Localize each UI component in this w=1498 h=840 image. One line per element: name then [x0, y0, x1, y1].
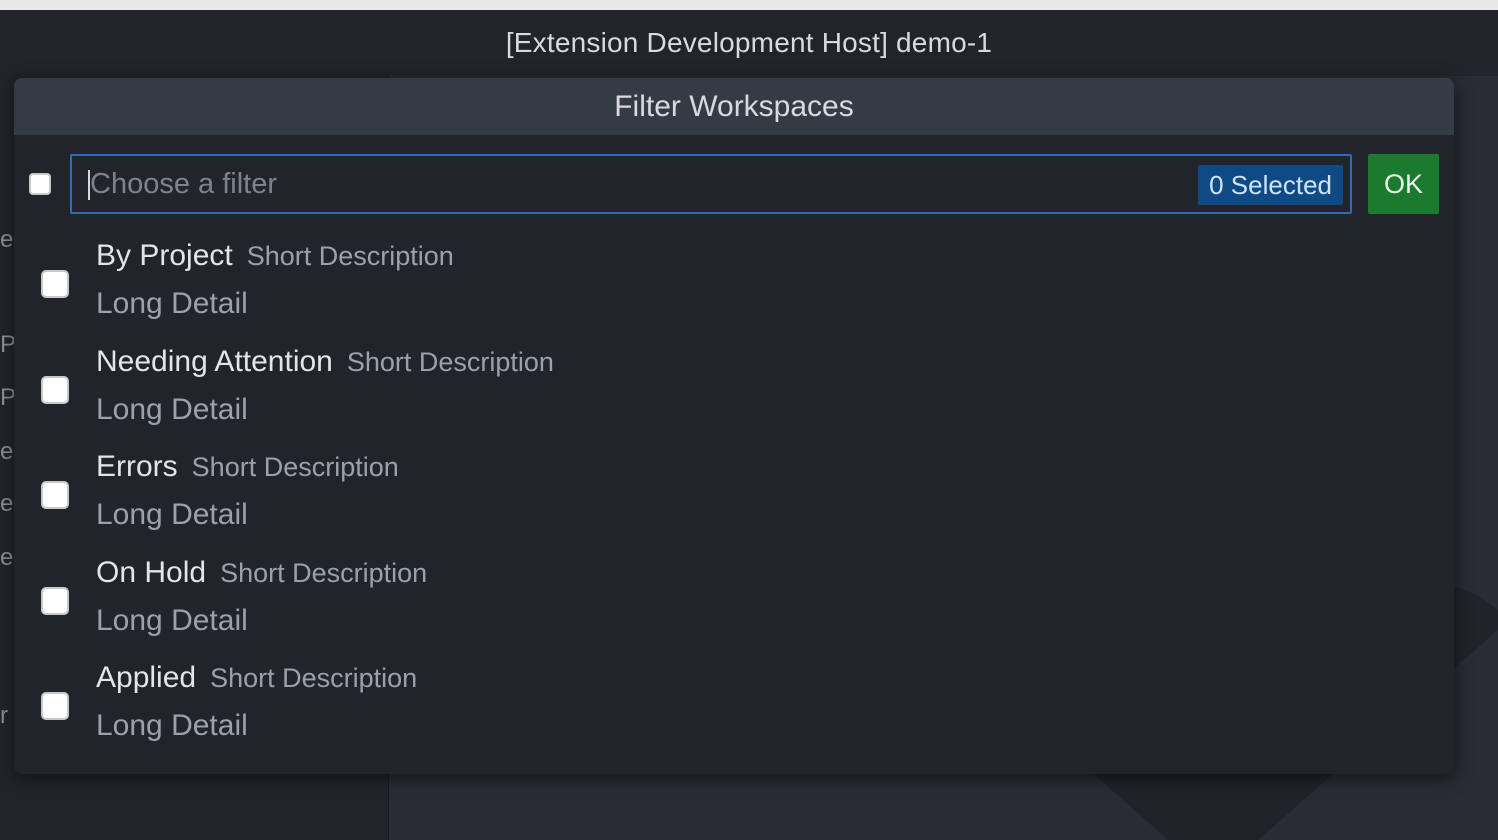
list-item-by-project[interactable]: By Project Short Description Long Detail	[14, 231, 1454, 337]
sidebar-clipped-text: ea	[0, 438, 14, 465]
ok-button[interactable]: OK	[1368, 154, 1439, 214]
item-label: By Project	[96, 239, 233, 272]
filter-row: 0 Selected OK	[14, 135, 1454, 231]
sidebar-clipped-text: P	[0, 384, 14, 411]
item-label: On Hold	[96, 555, 207, 589]
item-checkbox[interactable]	[41, 270, 69, 298]
selected-count-text: 0 Selected	[1209, 169, 1332, 200]
item-label: Errors	[96, 450, 178, 484]
list-item-needing-attention[interactable]: Needing Attention Short Description Long …	[14, 337, 1454, 443]
item-checkbox[interactable]	[41, 586, 69, 615]
item-detail: Long Detail	[96, 287, 248, 320]
item-header: By Project Short Description	[96, 239, 454, 273]
item-checkbox[interactable]	[41, 481, 69, 510]
item-label: Needing Attention	[96, 344, 333, 378]
filter-input-container[interactable]: 0 Selected	[70, 154, 1352, 214]
item-description: Short Description	[346, 346, 554, 377]
window-title-text: [Extension Development Host] demo-1	[505, 27, 993, 58]
item-detail: Long Detail	[96, 392, 248, 426]
list-item-on-hold[interactable]: On Hold Short Description Long Detail	[14, 548, 1454, 654]
quick-pick-dialog: Filter Workspaces 0 Selected OK By Proje…	[14, 78, 1454, 774]
sidebar-clipped-text: r	[0, 702, 8, 729]
item-detail: Long Detail	[96, 603, 248, 637]
item-header: Errors Short Description	[96, 450, 399, 484]
item-description: Short Description	[220, 557, 428, 588]
sidebar-clipped-text: ea	[0, 490, 14, 517]
item-detail: Long Detail	[96, 498, 248, 532]
item-header: Applied Short Description	[96, 661, 417, 695]
item-description: Short Description	[210, 663, 418, 694]
item-header: On Hold Short Description	[96, 556, 427, 590]
window-title: [Extension Development Host] demo-1	[0, 10, 1498, 76]
quick-pick-title-text: Filter Workspaces	[614, 89, 854, 123]
item-label: Applied	[96, 661, 197, 695]
item-header: Needing Attention Short Description	[96, 345, 554, 379]
selected-count-badge: 0 Selected	[1198, 165, 1343, 205]
quick-pick-list: By Project Short Description Long Detail …	[14, 231, 1454, 759]
item-checkbox[interactable]	[41, 375, 69, 404]
list-item-errors[interactable]: Errors Short Description Long Detail	[14, 442, 1454, 548]
sidebar-clipped-text: Pr	[0, 331, 14, 358]
item-description: Short Description	[191, 452, 399, 483]
select-all-checkbox[interactable]	[29, 173, 51, 195]
item-checkbox[interactable]	[41, 692, 69, 721]
sidebar-clipped-text: e	[0, 544, 14, 571]
filter-input[interactable]	[90, 156, 1170, 212]
sidebar-clipped-text: ea	[0, 226, 14, 253]
quick-pick-title: Filter Workspaces	[14, 78, 1454, 135]
list-item-applied[interactable]: Applied Short Description Long Detail	[14, 653, 1454, 759]
item-detail: Long Detail	[96, 709, 248, 743]
item-description: Short Description	[246, 241, 454, 271]
